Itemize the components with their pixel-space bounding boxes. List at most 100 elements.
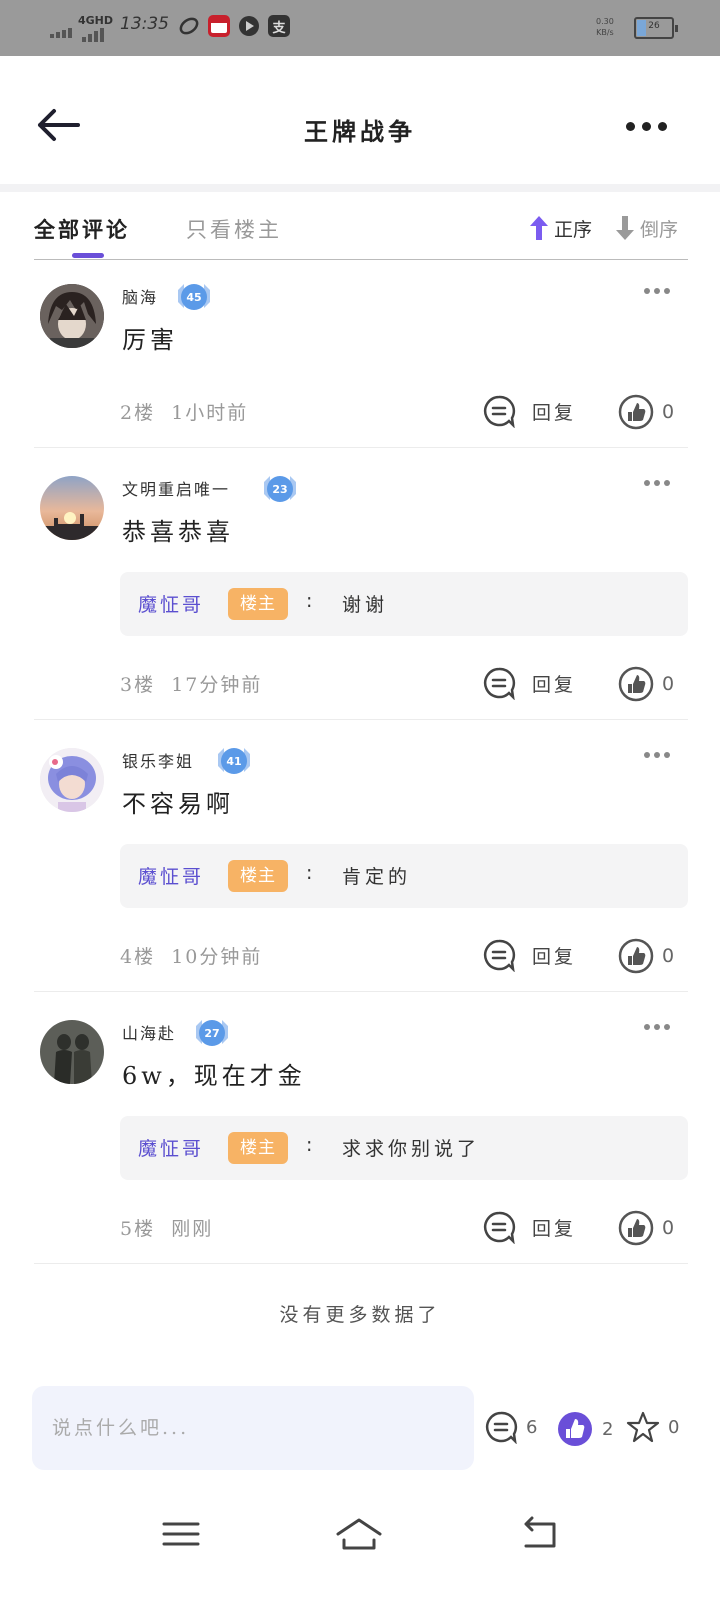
tab-owner-only[interactable]: 只看楼主 <box>186 214 282 244</box>
reply-text: 求求你别说了 <box>342 1138 481 1160</box>
menu-nav-button[interactable] <box>156 1514 206 1554</box>
owner-badge: 楼主 <box>228 1132 288 1164</box>
sort-ascending-label: 正序 <box>554 218 593 241</box>
floor-number: 5楼 <box>120 1218 156 1240</box>
comment-more-button[interactable] <box>644 750 672 760</box>
arrow-up-icon <box>530 216 548 240</box>
like-button[interactable]: 0 <box>618 394 674 430</box>
comment-item: 文明重启唯一 23 恭喜恭喜 魔怔哥 楼主 : 谢谢 3楼 17分钟前 回复 0 <box>34 448 688 720</box>
signal-icon <box>50 18 72 38</box>
active-tab-indicator <box>72 253 104 258</box>
owner-reply[interactable]: 魔怔哥 楼主 : 求求你别说了 <box>120 1116 688 1180</box>
comment-meta: 5楼 刚刚 <box>120 1214 213 1241</box>
owner-reply[interactable]: 魔怔哥 楼主 : 谢谢 <box>120 572 688 636</box>
video-app-icon <box>238 15 260 37</box>
network-type: 4GHD <box>78 14 114 27</box>
favorite-button[interactable]: 0 <box>626 1410 679 1444</box>
arrow-down-icon <box>616 216 634 240</box>
thumbs-up-icon <box>618 1210 654 1246</box>
comment-username[interactable]: 银乐李姐 <box>122 748 194 772</box>
return-icon <box>524 1516 556 1548</box>
avatar[interactable] <box>40 1020 104 1084</box>
floor-number: 2楼 <box>120 402 156 424</box>
comment-count-button[interactable]: 6 <box>484 1410 537 1444</box>
comment-input-bar[interactable] <box>32 1386 474 1470</box>
avatar[interactable] <box>40 476 104 540</box>
thumbs-up-icon <box>618 938 654 974</box>
comment-item: 银乐李姐 41 不容易啊 魔怔哥 楼主 : 肯定的 4楼 10分钟前 回复 0 <box>34 720 688 992</box>
comment-more-button[interactable] <box>644 1022 672 1032</box>
reply-button[interactable]: 回复 <box>482 394 576 428</box>
comment-tabs: 全部评论 只看楼主 正序 倒序 <box>34 208 688 260</box>
network-speed: 0.30 KB/s <box>596 17 614 37</box>
back-nav-button[interactable] <box>516 1514 566 1554</box>
level-badge: 23 <box>260 472 300 506</box>
comment-time: 刚刚 <box>171 1218 214 1240</box>
thumbs-up-icon <box>618 666 654 702</box>
like-button[interactable]: 0 <box>618 1210 674 1246</box>
comment-more-button[interactable] <box>644 286 672 296</box>
reply-label: 回复 <box>532 1217 577 1240</box>
reply-text: 肯定的 <box>342 866 412 888</box>
more-options-button[interactable] <box>626 116 676 136</box>
comment-content: 6w，现在才金 <box>122 1062 306 1090</box>
reply-button[interactable]: 回复 <box>482 938 576 972</box>
page-title: 王牌战争 <box>304 117 416 146</box>
comment-bubble-icon <box>485 1411 518 1444</box>
home-nav-button[interactable] <box>334 1514 384 1554</box>
star-icon <box>626 1411 660 1443</box>
reply-colon: : <box>306 1134 313 1156</box>
reply-username[interactable]: 魔怔哥 <box>138 1134 204 1161</box>
like-button[interactable]: 0 <box>618 938 674 974</box>
system-navigation-bar <box>0 1490 720 1600</box>
comment-username[interactable]: 文明重启唯一 <box>122 476 230 500</box>
comment-bubble-icon <box>483 395 516 428</box>
comment-content: 恭喜恭喜 <box>122 518 234 546</box>
floor-number: 3楼 <box>120 674 156 696</box>
home-icon <box>336 1518 382 1550</box>
comment-username[interactable]: 脑海 <box>122 284 158 308</box>
svg-text:27: 27 <box>204 1027 219 1040</box>
reply-label: 回复 <box>532 673 577 696</box>
header-divider <box>0 184 720 192</box>
reply-button[interactable]: 回复 <box>482 666 576 700</box>
reply-username[interactable]: 魔怔哥 <box>138 590 204 617</box>
avatar[interactable] <box>40 748 104 812</box>
owner-reply[interactable]: 魔怔哥 楼主 : 肯定的 <box>120 844 688 908</box>
level-badge: 41 <box>214 744 254 778</box>
post-like-button[interactable]: 2 <box>556 1410 613 1448</box>
svg-text:23: 23 <box>272 483 287 496</box>
svg-text:41: 41 <box>226 755 241 768</box>
like-count: 0 <box>662 1217 675 1239</box>
reply-colon: : <box>306 590 313 612</box>
sort-descending-label: 倒序 <box>640 218 679 241</box>
level-badge: 27 <box>192 1016 232 1050</box>
no-more-data-text: 没有更多数据了 <box>279 1304 441 1326</box>
comment-more-button[interactable] <box>644 478 672 488</box>
reply-button[interactable]: 回复 <box>482 1210 576 1244</box>
study-app-icon: 支 <box>268 15 290 37</box>
status-bar: 4GHD 13:35 支 0.30 KB/s 26 <box>0 0 720 56</box>
reply-username[interactable]: 魔怔哥 <box>138 862 204 889</box>
reply-colon: : <box>306 862 313 884</box>
comment-input[interactable] <box>52 1408 452 1448</box>
sort-descending-button[interactable]: 倒序 <box>614 214 678 242</box>
sort-ascending-button[interactable]: 正序 <box>528 214 592 242</box>
level-badge: 45 <box>174 280 214 314</box>
owner-badge: 楼主 <box>228 860 288 892</box>
like-button[interactable]: 0 <box>618 666 674 702</box>
like-count: 0 <box>662 401 675 423</box>
tab-all-comments[interactable]: 全部评论 <box>34 214 130 244</box>
comment-time: 10分钟前 <box>171 946 263 968</box>
thumbs-up-filled-icon <box>558 1412 592 1446</box>
like-count: 0 <box>662 945 675 967</box>
favorite-count: 0 <box>668 1416 680 1438</box>
comment-username[interactable]: 山海赴 <box>122 1020 176 1044</box>
avatar[interactable] <box>40 284 104 348</box>
comment-bubble-icon <box>483 1211 516 1244</box>
owner-badge: 楼主 <box>228 588 288 620</box>
thumbs-up-icon <box>618 394 654 430</box>
clock: 13:35 <box>120 14 169 34</box>
menu-icon <box>162 1522 200 1546</box>
floor-number: 4楼 <box>120 946 156 968</box>
